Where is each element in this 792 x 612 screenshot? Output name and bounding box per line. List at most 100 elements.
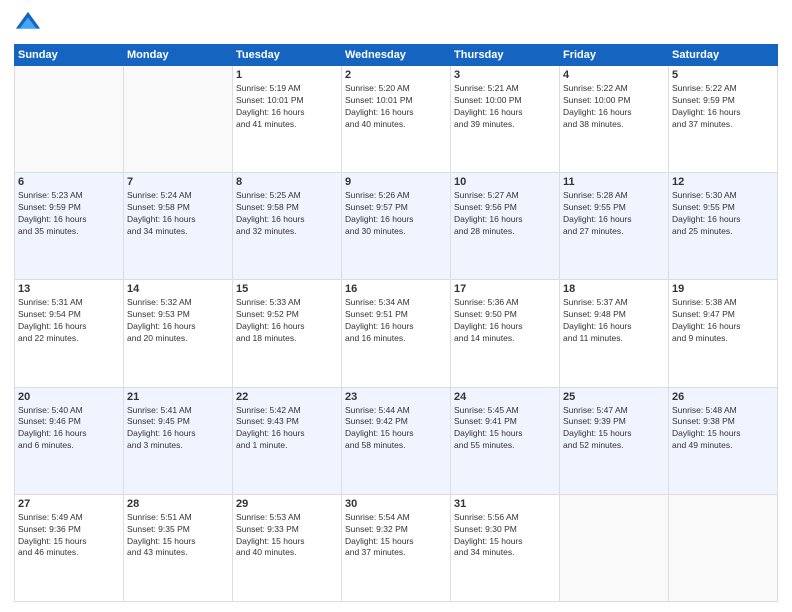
day-number: 13 [18, 283, 120, 295]
calendar-header-row: SundayMondayTuesdayWednesdayThursdayFrid… [15, 45, 778, 66]
calendar-cell: 3Sunrise: 5:21 AM Sunset: 10:00 PM Dayli… [451, 66, 560, 173]
day-info: Sunrise: 5:33 AM Sunset: 9:52 PM Dayligh… [236, 297, 338, 345]
calendar-cell [124, 66, 233, 173]
calendar-cell: 21 Sunrise: 5:41 AM Sunset: 9:45 PM Dayli… [124, 387, 233, 494]
day-number: 8 [236, 176, 338, 188]
logo-icon [14, 10, 42, 38]
calendar-week-2: 6 Sunrise: 5:23 AM Sunset: 9:59 PM Daylig… [15, 173, 778, 280]
day-info: Sunrise: 5:31 AM Sunset: 9:54 PM Dayligh… [18, 297, 120, 345]
calendar-weekday-saturday: Saturday [669, 45, 778, 66]
calendar-cell: 4 Sunrise: 5:22 AM Sunset: 10:00 PM Dayli… [560, 66, 669, 173]
calendar-cell: 22 Sunrise: 5:42 AM Sunset: 9:43 PM Dayli… [233, 387, 342, 494]
day-info: Sunrise: 5:47 AM Sunset: 9:39 PM Dayligh… [563, 405, 665, 453]
day-info: Sunrise: 5:40 AM Sunset: 9:46 PM Dayligh… [18, 405, 120, 453]
calendar-cell: 29 Sunrise: 5:53 AM Sunset: 9:33 PM Dayli… [233, 494, 342, 601]
day-info: Sunrise: 5:48 AM Sunset: 9:38 PM Dayligh… [672, 405, 774, 453]
day-number: 25 [563, 391, 665, 403]
calendar-weekday-tuesday: Tuesday [233, 45, 342, 66]
calendar-cell: 31 Sunrise: 5:56 AM Sunset: 9:30 PM Dayli… [451, 494, 560, 601]
calendar-cell: 28 Sunrise: 5:51 AM Sunset: 9:35 PM Dayli… [124, 494, 233, 601]
day-info: Sunrise: 5:27 AM Sunset: 9:56 PM Dayligh… [454, 190, 556, 238]
day-number: 31 [454, 498, 556, 510]
calendar-cell: 13 Sunrise: 5:31 AM Sunset: 9:54 PM Dayli… [15, 280, 124, 387]
calendar-week-5: 27Sunrise: 5:49 AM Sunset: 9:36 PM Dayli… [15, 494, 778, 601]
day-number: 26 [672, 391, 774, 403]
calendar-cell: 30 Sunrise: 5:54 AM Sunset: 9:32 PM Dayli… [342, 494, 451, 601]
day-info: Sunrise: 5:26 AM Sunset: 9:57 PM Dayligh… [345, 190, 447, 238]
day-number: 27 [18, 498, 120, 510]
day-info: Sunrise: 5:19 AM Sunset: 10:01 PM Daylig… [236, 83, 338, 131]
calendar-week-4: 20 Sunrise: 5:40 AM Sunset: 9:46 PM Dayli… [15, 387, 778, 494]
calendar-cell: 11Sunrise: 5:28 AM Sunset: 9:55 PM Dayli… [560, 173, 669, 280]
calendar-cell: 14Sunrise: 5:32 AM Sunset: 9:53 PM Dayli… [124, 280, 233, 387]
day-number: 9 [345, 176, 447, 188]
calendar-cell: 26 Sunrise: 5:48 AM Sunset: 9:38 PM Dayli… [669, 387, 778, 494]
day-info: Sunrise: 5:30 AM Sunset: 9:55 PM Dayligh… [672, 190, 774, 238]
calendar-cell: 18 Sunrise: 5:37 AM Sunset: 9:48 PM Dayli… [560, 280, 669, 387]
day-info: Sunrise: 5:25 AM Sunset: 9:58 PM Dayligh… [236, 190, 338, 238]
day-number: 18 [563, 283, 665, 295]
day-number: 3 [454, 69, 556, 81]
day-info: Sunrise: 5:22 AM Sunset: 10:00 PM Daylig… [563, 83, 665, 131]
day-number: 12 [672, 176, 774, 188]
calendar-cell [669, 494, 778, 601]
day-number: 22 [236, 391, 338, 403]
day-info: Sunrise: 5:56 AM Sunset: 9:30 PM Dayligh… [454, 512, 556, 560]
calendar-cell: 27Sunrise: 5:49 AM Sunset: 9:36 PM Dayli… [15, 494, 124, 601]
calendar-cell: 17 Sunrise: 5:36 AM Sunset: 9:50 PM Dayli… [451, 280, 560, 387]
calendar-weekday-monday: Monday [124, 45, 233, 66]
calendar-cell: 16Sunrise: 5:34 AM Sunset: 9:51 PM Dayli… [342, 280, 451, 387]
calendar-weekday-thursday: Thursday [451, 45, 560, 66]
day-number: 20 [18, 391, 120, 403]
day-info: Sunrise: 5:22 AM Sunset: 9:59 PM Dayligh… [672, 83, 774, 131]
day-number: 28 [127, 498, 229, 510]
day-info: Sunrise: 5:23 AM Sunset: 9:59 PM Dayligh… [18, 190, 120, 238]
calendar-table: SundayMondayTuesdayWednesdayThursdayFrid… [14, 44, 778, 602]
calendar-weekday-wednesday: Wednesday [342, 45, 451, 66]
day-info: Sunrise: 5:28 AM Sunset: 9:55 PM Dayligh… [563, 190, 665, 238]
day-info: Sunrise: 5:41 AM Sunset: 9:45 PM Dayligh… [127, 405, 229, 453]
day-number: 7 [127, 176, 229, 188]
calendar-cell: 25 Sunrise: 5:47 AM Sunset: 9:39 PM Dayli… [560, 387, 669, 494]
day-info: Sunrise: 5:51 AM Sunset: 9:35 PM Dayligh… [127, 512, 229, 560]
day-info: Sunrise: 5:53 AM Sunset: 9:33 PM Dayligh… [236, 512, 338, 560]
day-number: 17 [454, 283, 556, 295]
day-number: 5 [672, 69, 774, 81]
header [14, 10, 778, 38]
day-info: Sunrise: 5:36 AM Sunset: 9:50 PM Dayligh… [454, 297, 556, 345]
day-number: 10 [454, 176, 556, 188]
day-number: 23 [345, 391, 447, 403]
calendar-cell: 24 Sunrise: 5:45 AM Sunset: 9:41 PM Dayli… [451, 387, 560, 494]
day-number: 15 [236, 283, 338, 295]
day-info: Sunrise: 5:20 AM Sunset: 10:01 PM Daylig… [345, 83, 447, 131]
day-number: 29 [236, 498, 338, 510]
calendar-cell [15, 66, 124, 173]
calendar-cell: 6 Sunrise: 5:23 AM Sunset: 9:59 PM Daylig… [15, 173, 124, 280]
day-number: 21 [127, 391, 229, 403]
day-number: 6 [18, 176, 120, 188]
calendar-cell: 2Sunrise: 5:20 AM Sunset: 10:01 PM Dayli… [342, 66, 451, 173]
day-info: Sunrise: 5:54 AM Sunset: 9:32 PM Dayligh… [345, 512, 447, 560]
calendar-cell: 15 Sunrise: 5:33 AM Sunset: 9:52 PM Dayli… [233, 280, 342, 387]
day-info: Sunrise: 5:42 AM Sunset: 9:43 PM Dayligh… [236, 405, 338, 453]
calendar-week-3: 13 Sunrise: 5:31 AM Sunset: 9:54 PM Dayli… [15, 280, 778, 387]
day-info: Sunrise: 5:45 AM Sunset: 9:41 PM Dayligh… [454, 405, 556, 453]
day-number: 24 [454, 391, 556, 403]
calendar-cell: 12 Sunrise: 5:30 AM Sunset: 9:55 PM Dayli… [669, 173, 778, 280]
day-info: Sunrise: 5:32 AM Sunset: 9:53 PM Dayligh… [127, 297, 229, 345]
day-number: 19 [672, 283, 774, 295]
day-info: Sunrise: 5:38 AM Sunset: 9:47 PM Dayligh… [672, 297, 774, 345]
calendar-weekday-friday: Friday [560, 45, 669, 66]
day-number: 1 [236, 69, 338, 81]
calendar-cell: 23Sunrise: 5:44 AM Sunset: 9:42 PM Dayli… [342, 387, 451, 494]
calendar-cell [560, 494, 669, 601]
page: SundayMondayTuesdayWednesdayThursdayFrid… [0, 0, 792, 612]
calendar-cell: 8 Sunrise: 5:25 AM Sunset: 9:58 PM Daylig… [233, 173, 342, 280]
day-number: 30 [345, 498, 447, 510]
calendar-cell: 19 Sunrise: 5:38 AM Sunset: 9:47 PM Dayli… [669, 280, 778, 387]
day-info: Sunrise: 5:37 AM Sunset: 9:48 PM Dayligh… [563, 297, 665, 345]
day-number: 4 [563, 69, 665, 81]
day-number: 16 [345, 283, 447, 295]
day-info: Sunrise: 5:24 AM Sunset: 9:58 PM Dayligh… [127, 190, 229, 238]
calendar-cell: 5 Sunrise: 5:22 AM Sunset: 9:59 PM Daylig… [669, 66, 778, 173]
